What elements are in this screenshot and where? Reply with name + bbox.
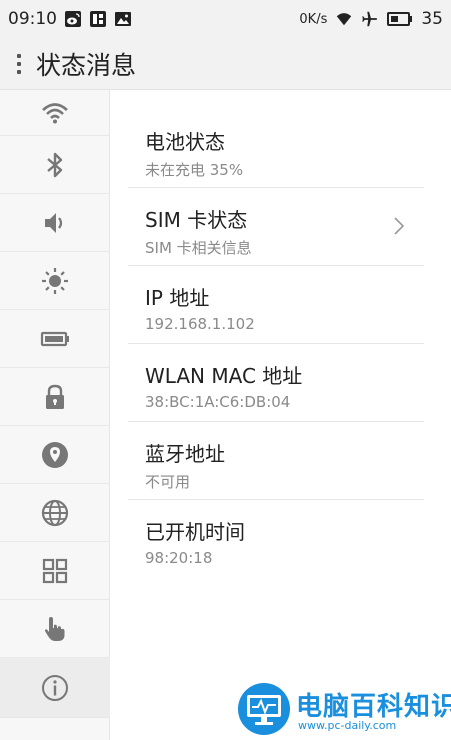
monitor-logo-icon [238, 683, 290, 735]
watermark-title: 电脑百科知识 [296, 692, 451, 722]
apps-grid-icon [42, 558, 68, 583]
battery-percent: 35 [421, 9, 443, 29]
row-value: 98:20:18 [145, 549, 213, 567]
sidebar-item-wifi[interactable] [0, 90, 110, 136]
row-label: WLAN MAC 地址 [145, 364, 303, 388]
sidebar-item-battery[interactable] [0, 310, 110, 368]
row-label: 蓝牙地址 [145, 442, 225, 466]
menu-dots-icon[interactable] [10, 49, 28, 79]
clock: 09:10 [8, 9, 57, 29]
data-speed: 0K/s [299, 11, 328, 27]
brightness-icon [42, 267, 68, 294]
sidebar-item-bluetooth[interactable] [0, 136, 110, 194]
weibo-icon [64, 10, 82, 28]
lock-icon [46, 384, 64, 409]
row-value: SIM 卡相关信息 [145, 239, 252, 257]
sidebar-item-about[interactable] [0, 658, 110, 718]
tieba-icon [89, 10, 107, 28]
sidebar-item-accessibility[interactable] [0, 600, 110, 658]
row-value: 38:BC:1A:C6:DB:04 [145, 393, 291, 411]
volume-icon [45, 212, 63, 233]
row-sim-status[interactable]: SIM 卡状态 SIM 卡相关信息 [128, 188, 424, 266]
status-list: 电池状态 未在充电 35% SIM 卡状态 SIM 卡相关信息 IP 地址 19… [110, 90, 451, 740]
wifi-icon [335, 10, 353, 28]
sidebar-item-sound[interactable] [0, 194, 110, 252]
location-icon [42, 441, 68, 468]
row-uptime: 已开机时间 98:20:18 [128, 500, 424, 578]
globe-icon [41, 499, 69, 526]
row-label: 已开机时间 [145, 520, 245, 544]
sidebar-item-language[interactable] [0, 484, 110, 542]
row-battery-status: 电池状态 未在充电 35% [128, 110, 424, 188]
image-icon [114, 10, 132, 28]
bluetooth-icon [47, 152, 63, 177]
sidebar-item-display[interactable] [0, 252, 110, 310]
info-icon [42, 674, 68, 701]
chevron-right-icon [394, 217, 405, 235]
battery-icon [40, 331, 69, 346]
row-bluetooth-address: 蓝牙地址 不可用 [128, 422, 424, 500]
row-label: SIM 卡状态 [145, 208, 248, 232]
title-bar: 状态消息 [0, 38, 451, 90]
sidebar-item-apps[interactable] [0, 542, 110, 600]
airplane-icon [361, 10, 379, 28]
row-ip-address: IP 地址 192.168.1.102 [128, 266, 424, 344]
row-value: 未在充电 35% [145, 161, 244, 179]
watermark-url: www.pc-daily.com [298, 719, 397, 732]
status-bar: 09:10 0K/s 35 [0, 0, 451, 38]
row-value: 192.168.1.102 [145, 315, 255, 333]
page-title: 状态消息 [36, 50, 137, 80]
row-wlan-mac: WLAN MAC 地址 38:BC:1A:C6:DB:04 [128, 344, 424, 422]
touch-hand-icon [44, 616, 65, 641]
watermark-logo: 电脑百科知识 www.pc-daily.com [236, 678, 451, 740]
row-value: 不可用 [145, 473, 191, 491]
sidebar-item-security[interactable] [0, 368, 110, 426]
wifi-icon [42, 102, 68, 123]
row-label: 电池状态 [145, 130, 225, 154]
settings-sidebar [0, 90, 110, 740]
row-label: IP 地址 [145, 286, 210, 310]
sidebar-item-location[interactable] [0, 426, 110, 484]
battery-icon [387, 10, 413, 28]
